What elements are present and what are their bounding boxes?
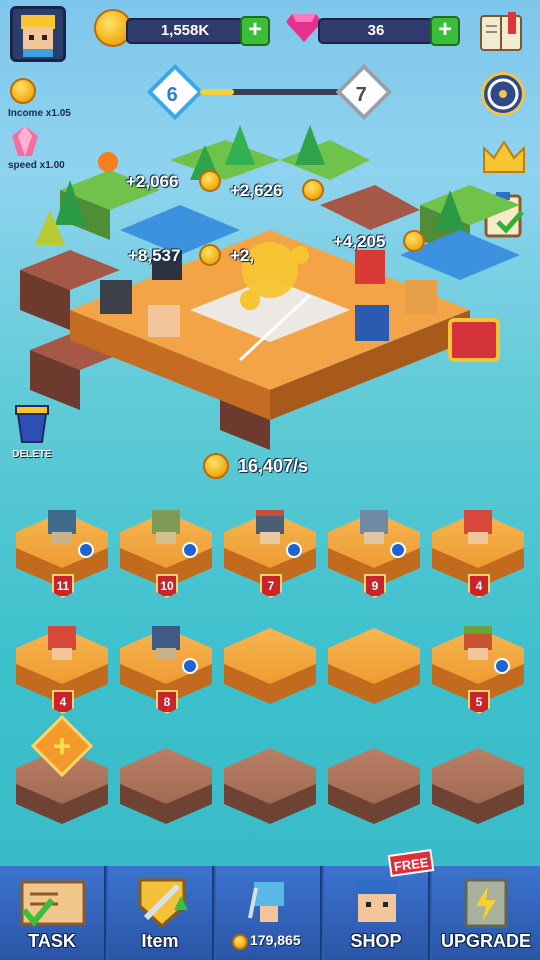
merge-slot[interactable]: 5 bbox=[432, 626, 524, 716]
current-level: 6 bbox=[166, 83, 178, 106]
buy-cost: 179,865 bbox=[250, 932, 301, 948]
locked-slot[interactable] bbox=[432, 748, 524, 836]
unit-level-badge: 4 bbox=[468, 574, 490, 598]
rate-coin-icon bbox=[203, 453, 229, 479]
hero-unit[interactable] bbox=[42, 622, 82, 662]
merge-slot-empty[interactable] bbox=[328, 628, 420, 716]
upgrade-arrow-icon bbox=[78, 542, 94, 558]
add-coins-button[interactable]: + bbox=[240, 16, 270, 46]
hero-unit[interactable] bbox=[354, 506, 394, 546]
unit-level-badge: 8 bbox=[156, 690, 178, 714]
delete-bin-button[interactable]: DELETE bbox=[10, 404, 54, 460]
unit-level-badge: 7 bbox=[260, 574, 282, 598]
bottom-nav: TASK Item 179,865 SHOP UPGRADE bbox=[0, 866, 540, 960]
free-badge: FREE bbox=[387, 849, 435, 877]
merge-slot[interactable]: 9 bbox=[328, 510, 420, 600]
upgrade-arrow-icon bbox=[286, 542, 302, 558]
task-board-icon bbox=[20, 880, 86, 927]
upgrade-arrow-icon bbox=[182, 542, 198, 558]
income-popup: +2,626 bbox=[230, 181, 283, 200]
income-rate: 16,407/s bbox=[238, 456, 309, 476]
hero-unit[interactable] bbox=[146, 622, 186, 662]
cost-coin-icon bbox=[232, 934, 248, 950]
merge-slot[interactable]: 8 bbox=[120, 626, 212, 716]
unit-level-badge: 11 bbox=[52, 574, 74, 598]
gem-amount: 36 bbox=[367, 22, 385, 39]
merge-slot[interactable]: 10 bbox=[120, 510, 212, 600]
trash-bin-icon bbox=[15, 405, 49, 443]
locked-slot[interactable] bbox=[224, 748, 316, 836]
income-popup: +2,066 bbox=[126, 172, 179, 191]
task-button[interactable]: TASK bbox=[0, 866, 106, 960]
item-button[interactable]: Item bbox=[108, 866, 214, 960]
hero-icon bbox=[248, 882, 284, 922]
popup-coin-icon bbox=[403, 230, 425, 252]
task-label: TASK bbox=[28, 931, 76, 951]
add-gems-button[interactable]: + bbox=[430, 16, 460, 46]
upgrade-label: UPGRADE bbox=[440, 931, 531, 951]
battle-board bbox=[20, 125, 520, 450]
hero-unit[interactable] bbox=[458, 622, 498, 662]
next-level: 7 bbox=[355, 83, 367, 106]
merge-slot-empty[interactable] bbox=[224, 628, 316, 716]
hero-unit[interactable] bbox=[250, 506, 290, 546]
gem-icon bbox=[286, 14, 322, 42]
locked-slot[interactable] bbox=[120, 748, 212, 836]
coin-amount: 1,558K bbox=[160, 22, 210, 39]
upgrade-stone-icon bbox=[464, 878, 508, 928]
player-avatar[interactable] bbox=[10, 6, 66, 62]
unit-level-badge: 4 bbox=[52, 690, 74, 714]
shop-button[interactable]: SHOP bbox=[324, 866, 430, 960]
shop-label: SHOP bbox=[350, 931, 402, 951]
popup-coin-icon bbox=[199, 170, 221, 192]
income-icon bbox=[10, 78, 36, 104]
coin-counter: 1,558K bbox=[126, 18, 244, 44]
book-icon[interactable] bbox=[478, 10, 524, 54]
unit-level-badge: 10 bbox=[156, 574, 178, 598]
upgrade-arrow-icon bbox=[390, 542, 406, 558]
locked-slot[interactable] bbox=[328, 748, 420, 836]
shop-hero-icon bbox=[356, 880, 398, 922]
buy-hero-button[interactable]: 179,865 bbox=[216, 866, 322, 960]
level-progress-fill bbox=[200, 89, 234, 95]
hero-unit[interactable] bbox=[42, 506, 82, 546]
hero-unit[interactable] bbox=[458, 506, 498, 546]
item-label: Item bbox=[141, 931, 179, 951]
merge-slot[interactable]: 4 bbox=[16, 626, 108, 716]
merge-slot[interactable]: 11 bbox=[16, 510, 108, 600]
merge-slot[interactable]: 7 bbox=[224, 510, 316, 600]
hero-unit[interactable] bbox=[146, 506, 186, 546]
popup-coin-icon bbox=[302, 179, 324, 201]
upgrade-arrow-icon bbox=[182, 658, 198, 674]
gem-counter: 36 bbox=[318, 18, 434, 44]
unit-level-badge: 9 bbox=[364, 574, 386, 598]
upgrade-arrow-icon bbox=[494, 658, 510, 674]
unit-level-badge: 5 bbox=[468, 690, 490, 714]
income-popup: +2, bbox=[230, 246, 255, 265]
upgrade-button[interactable]: UPGRADE bbox=[432, 866, 540, 960]
plus-icon: + bbox=[52, 728, 72, 764]
income-popup: +8,537 bbox=[128, 246, 181, 265]
merge-slot[interactable]: 4 bbox=[432, 510, 524, 600]
popup-coin-icon bbox=[199, 244, 221, 266]
income-popup: +4,205 bbox=[333, 232, 386, 251]
delete-label: DELETE bbox=[12, 449, 52, 460]
sword-shield-icon bbox=[138, 878, 188, 929]
level-progress-track bbox=[200, 89, 340, 95]
